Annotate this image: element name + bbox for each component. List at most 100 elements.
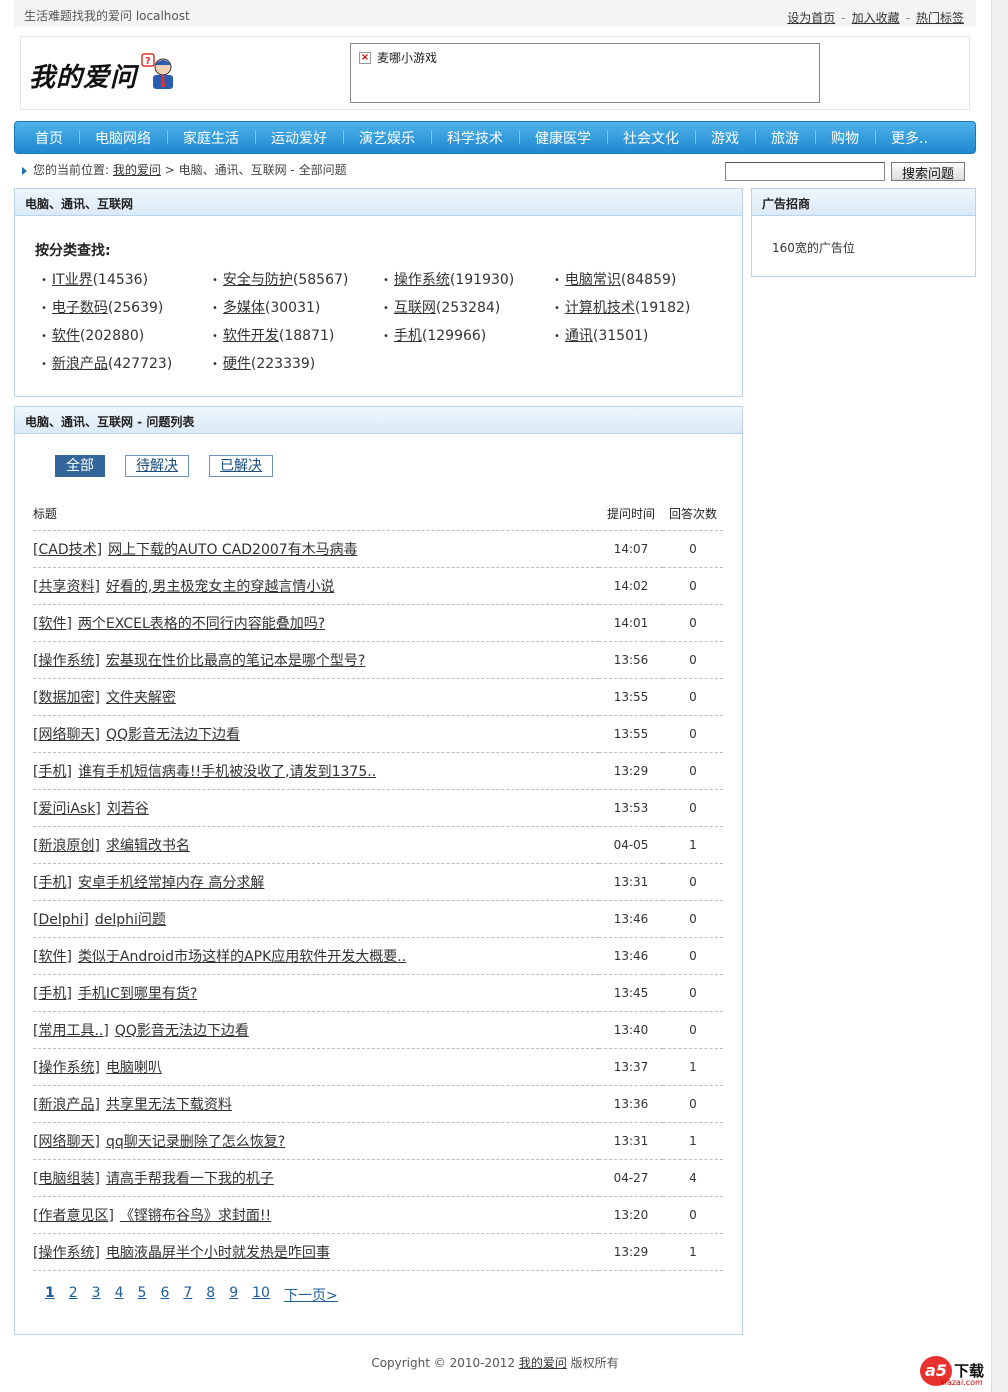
category-count: (19182): [634, 300, 691, 316]
question-category-link[interactable]: [共享资料]: [33, 579, 100, 595]
nav-item-more[interactable]: 更多..: [875, 128, 944, 148]
window-scrollbar[interactable]: [991, 0, 1008, 1392]
question-category-link[interactable]: [手机]: [33, 764, 72, 780]
category-link[interactable]: 电子数码: [52, 300, 108, 316]
question-category-link[interactable]: [Delphi]: [33, 912, 89, 928]
question-category-link[interactable]: [数据加密]: [33, 690, 100, 706]
question-title-link[interactable]: 电脑喇叭: [106, 1060, 162, 1076]
sidebar-ad-text[interactable]: 160宽的广告位: [772, 239, 855, 256]
question-title-link[interactable]: 手机IC到哪里有货?: [78, 986, 197, 1002]
category-count: (427723): [107, 356, 173, 372]
hot-tags-link[interactable]: 热门标签: [916, 11, 964, 25]
question-title-link[interactable]: 请高手帮我看一下我的机子: [106, 1171, 274, 1187]
question-title-link[interactable]: 谁有手机短信病毒!!手机被没收了,请发到1375..: [78, 764, 376, 780]
question-title-link[interactable]: delphi问题: [95, 912, 166, 928]
breadcrumb-home-link[interactable]: 我的爱问: [113, 163, 161, 177]
category-link[interactable]: 计算机技术: [565, 300, 635, 316]
question-title-link[interactable]: 刘若谷: [107, 801, 149, 817]
category-link[interactable]: 硬件: [223, 356, 251, 372]
question-time: 13:37: [599, 1048, 663, 1086]
category-link[interactable]: 软件: [52, 328, 80, 344]
page-link[interactable]: 2: [69, 1285, 78, 1305]
site-tagline: 生活难题找我的爱问 localhost: [24, 9, 190, 23]
nav-item-computer-network[interactable]: 电脑网络: [79, 128, 167, 148]
search-input[interactable]: [725, 162, 885, 181]
tab-pending[interactable]: 待解决: [125, 455, 189, 477]
footer: Copyright © 2010-2012 我的爱问 版权所有: [0, 1354, 990, 1371]
question-category-link[interactable]: [CAD技术]: [33, 542, 102, 558]
question-category-link[interactable]: [操作系统]: [33, 653, 100, 669]
footer-site-link[interactable]: 我的爱问: [519, 1356, 567, 1370]
answer-count: 0: [663, 604, 723, 642]
next-page-link[interactable]: 下一页>: [284, 1285, 338, 1305]
question-category-link[interactable]: [作者意见区]: [33, 1208, 114, 1224]
question-category-link[interactable]: [手机]: [33, 986, 72, 1002]
nav-item-science[interactable]: 科学技术: [431, 128, 519, 148]
question-category-link[interactable]: [操作系统]: [33, 1060, 100, 1076]
question-category-link[interactable]: [电脑组装]: [33, 1171, 100, 1187]
add-favorite-link[interactable]: 加入收藏: [852, 11, 900, 25]
header-ad-banner[interactable]: × 麦哪小游戏: [350, 43, 820, 103]
question-title-link[interactable]: 共享里无法下载资料: [106, 1097, 232, 1113]
category-link[interactable]: 操作系统: [394, 272, 450, 288]
question-title-link[interactable]: 安卓手机经常掉内存 高分求解: [78, 875, 264, 891]
page-link[interactable]: 9: [229, 1285, 238, 1305]
category-link[interactable]: 新浪产品: [52, 356, 108, 372]
page-link[interactable]: 5: [138, 1285, 147, 1305]
question-category-link[interactable]: [软件]: [33, 616, 72, 632]
question-category-link[interactable]: [网络聊天]: [33, 727, 100, 743]
category-link[interactable]: 手机: [394, 328, 422, 344]
category-link[interactable]: 通讯: [565, 328, 593, 344]
tab-all[interactable]: 全部: [55, 455, 105, 477]
page-link[interactable]: 4: [115, 1285, 124, 1305]
question-title-link[interactable]: 网上下载的AUTO CAD2007有木马病毒: [108, 542, 358, 558]
category-link[interactable]: 软件开发: [223, 328, 279, 344]
nav-item-health[interactable]: 健康医学: [519, 128, 607, 148]
category-link[interactable]: IT业界: [52, 272, 93, 288]
question-title-link[interactable]: 好看的,男主极宠女主的穿越言情小说: [106, 579, 334, 595]
question-category-link[interactable]: [软件]: [33, 949, 72, 965]
set-homepage-link[interactable]: 设为首页: [787, 11, 835, 25]
nav-item-home-life[interactable]: 家庭生活: [167, 128, 255, 148]
question-category-link[interactable]: [新浪产品]: [33, 1097, 100, 1113]
question-category-link[interactable]: [爱问iAsk]: [33, 801, 101, 817]
page-link[interactable]: 6: [160, 1285, 169, 1305]
question-title-link[interactable]: 类似于Android市场这样的APK应用软件开发大概要..: [78, 949, 406, 965]
page-link-current[interactable]: 1: [45, 1285, 55, 1305]
nav-item-games[interactable]: 游戏: [695, 128, 755, 148]
question-title-link[interactable]: 两个EXCEL表格的不同行内容能叠加吗?: [78, 616, 325, 632]
category-link[interactable]: 安全与防护: [223, 272, 293, 288]
category-item: 通讯(31501): [554, 325, 725, 344]
question-title-link[interactable]: 《铿锵布谷鸟》求封面!!: [120, 1208, 271, 1224]
question-category-link[interactable]: [常用工具..]: [33, 1023, 109, 1039]
question-category-link[interactable]: [手机]: [33, 875, 72, 891]
nav-item-entertainment[interactable]: 演艺娱乐: [343, 128, 431, 148]
page-link[interactable]: 7: [183, 1285, 192, 1305]
category-link[interactable]: 互联网: [394, 300, 436, 316]
table-row: [作者意见区] 《铿锵布谷鸟》求封面!! 13:20 0: [33, 1196, 723, 1234]
category-link[interactable]: 多媒体: [223, 300, 265, 316]
question-category-link[interactable]: [网络聊天]: [33, 1134, 100, 1150]
question-title-link[interactable]: 求编辑改书名: [106, 838, 190, 854]
site-logo[interactable]: 我的爱问 ?: [29, 51, 179, 95]
nav-item-home[interactable]: 首页: [19, 128, 79, 148]
question-title-link[interactable]: 电脑液晶屏半个小时就发热是咋回事: [106, 1245, 330, 1261]
nav-item-culture[interactable]: 社会文化: [607, 128, 695, 148]
category-link[interactable]: 电脑常识: [565, 272, 621, 288]
answer-count: 0: [663, 567, 723, 605]
nav-item-sports[interactable]: 运动爱好: [255, 128, 343, 148]
tab-resolved[interactable]: 已解决: [209, 455, 273, 477]
page-link[interactable]: 8: [206, 1285, 215, 1305]
page-link[interactable]: 10: [252, 1285, 270, 1305]
question-category-link[interactable]: [操作系统]: [33, 1245, 100, 1261]
nav-item-shopping[interactable]: 购物: [815, 128, 875, 148]
search-button[interactable]: 搜索问题: [891, 162, 966, 182]
question-title-link[interactable]: 文件夹解密: [106, 690, 176, 706]
question-title-link[interactable]: qq聊天记录删除了怎么恢复?: [106, 1134, 285, 1150]
page-link[interactable]: 3: [92, 1285, 101, 1305]
question-title-link[interactable]: QQ影音无法边下边看: [106, 727, 240, 743]
question-title-link[interactable]: QQ影音无法边下边看: [115, 1023, 249, 1039]
question-title-link[interactable]: 宏基现在性价比最高的笔记本是哪个型号?: [106, 653, 365, 669]
question-category-link[interactable]: [新浪原创]: [33, 838, 100, 854]
nav-item-travel[interactable]: 旅游: [755, 128, 815, 148]
